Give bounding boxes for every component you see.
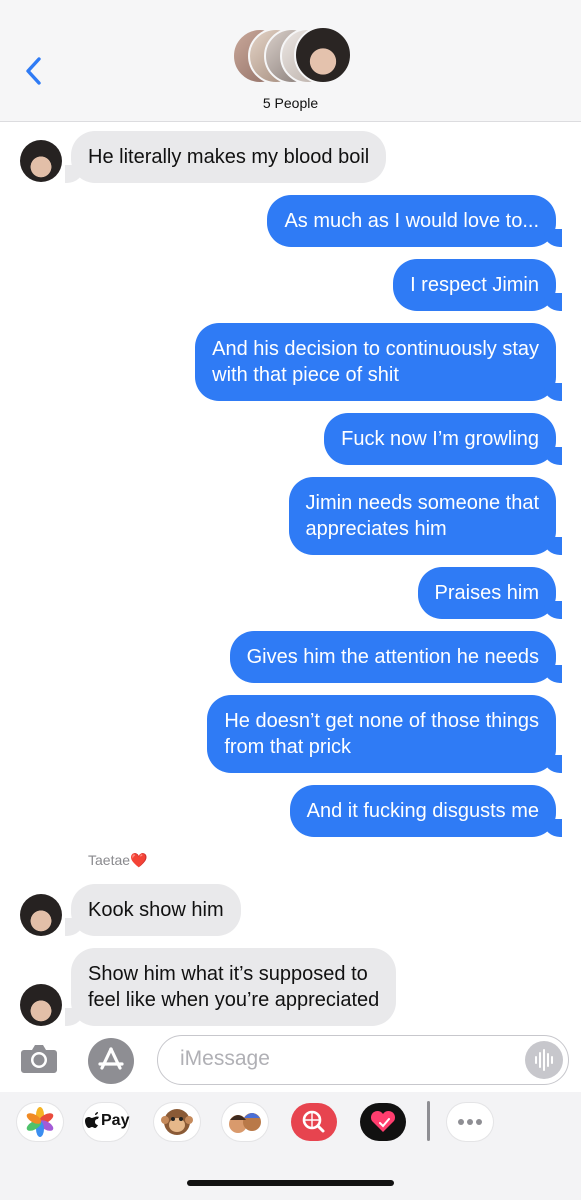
web-search-icon[interactable] [291,1103,337,1141]
message-text: As much as I would love to... [284,210,539,232]
incoming-message[interactable]: Kook show him [65,884,241,936]
message-text: Jimin needs someone that [305,492,539,514]
outgoing-message[interactable]: And his decision to continuously stay wi… [195,323,562,401]
memoji-stickers-icon[interactable] [222,1103,268,1141]
message-text: He literally makes my blood boil [88,146,370,168]
message-text: And his decision to continuously stay [212,338,539,360]
message-input-placeholder: iMessage [180,1047,270,1070]
incoming-message[interactable]: Show him what it’s supposed to feel like… [64,948,397,1026]
app-divider [427,1101,430,1141]
outgoing-message[interactable]: Gives him the attention he needs [229,631,563,683]
message-text: appreciates him [305,518,447,540]
outgoing-message[interactable]: Jimin needs someone that appreciates him [288,477,563,555]
conversation-header: 5 People [0,0,581,122]
message-text: Fuck now I’m growling [341,428,539,450]
digital-touch-icon[interactable] [360,1103,406,1141]
avatar [294,26,352,84]
people-count-label[interactable]: 5 People [0,95,581,111]
outgoing-message[interactable]: He doesn’t get none of those things from… [207,695,562,773]
sender-avatar[interactable] [20,894,62,936]
outgoing-message[interactable]: And it fucking disgusts me [289,785,563,837]
message-text: Show him what it’s supposed to [88,963,368,985]
sender-avatar[interactable] [20,984,62,1026]
camera-icon[interactable] [20,1041,58,1075]
apple-pay-label: Pay [101,1112,130,1129]
more-apps-icon[interactable] [447,1103,493,1141]
message-text: from that prick [224,736,352,758]
sender-name: Taetae❤️ [88,852,148,868]
app-store-icon[interactable] [88,1038,134,1084]
monkey-memoji-icon[interactable] [154,1103,200,1141]
message-input[interactable]: iMessage [157,1035,569,1085]
waveform-icon[interactable] [525,1041,563,1079]
message-text: Praises him [434,582,539,604]
outgoing-message[interactable]: As much as I would love to... [267,195,562,247]
group-avatars[interactable] [232,26,352,86]
outgoing-message[interactable]: I respect Jimin [393,259,562,311]
home-indicator[interactable] [187,1180,394,1186]
chevron-left-icon[interactable] [20,55,48,87]
message-text: feel like when you’re appreciated [88,989,380,1011]
message-text: I respect Jimin [410,274,539,296]
outgoing-message[interactable]: Fuck now I’m growling [324,413,562,465]
photos-app-icon[interactable] [17,1103,63,1141]
apple-pay-app-icon[interactable]: Pay [83,1103,129,1141]
message-text: And it fucking disgusts me [306,800,539,822]
message-text: He doesn’t get none of those things [224,710,539,732]
sender-avatar[interactable] [20,140,62,182]
outgoing-message[interactable]: Praises him [417,567,563,619]
message-text: Kook show him [88,899,224,921]
message-text: Gives him the attention he needs [246,646,539,668]
incoming-message[interactable]: He literally makes my blood boil [64,131,387,183]
message-text: with that piece of shit [212,364,399,386]
